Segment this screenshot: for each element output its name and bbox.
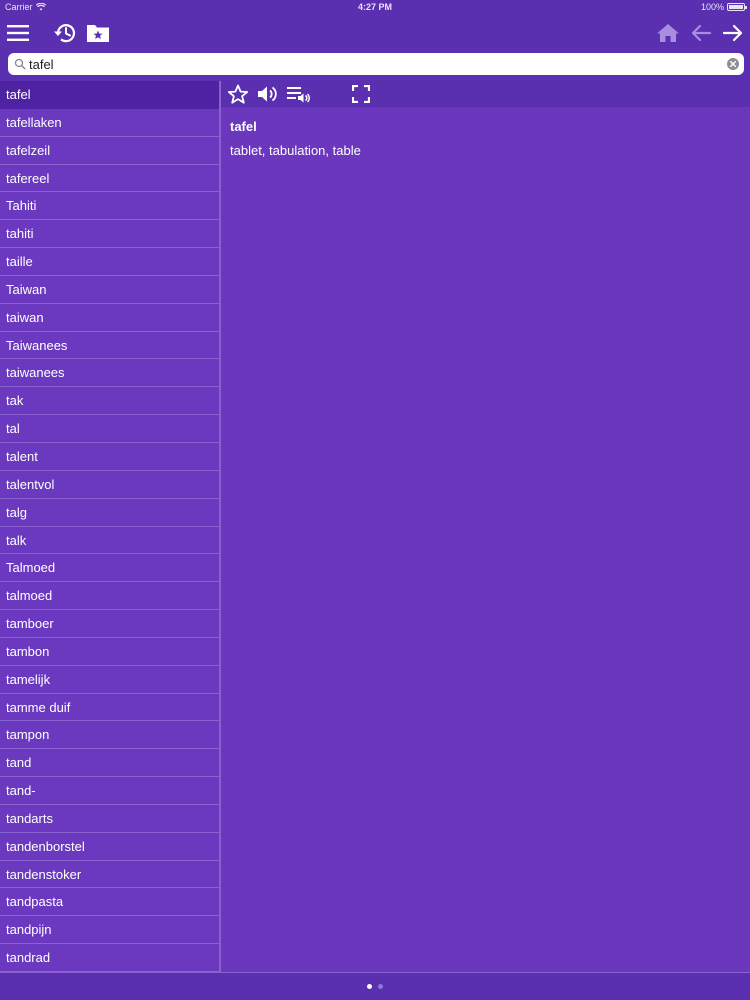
page-dot-2[interactable] [378, 984, 383, 989]
battery-icon [727, 3, 747, 11]
word-list-item[interactable]: tamboer [0, 610, 219, 638]
arrow-left-icon [691, 24, 712, 42]
word-list-item[interactable]: tamme duif [0, 694, 219, 722]
word-list-item[interactable]: talk [0, 527, 219, 555]
clear-icon[interactable] [726, 57, 740, 71]
entry-detail: tafel tablet, tabulation, table [221, 81, 750, 972]
menu-button[interactable] [5, 20, 31, 46]
word-list-item[interactable]: tandpasta [0, 888, 219, 917]
history-icon [54, 24, 76, 43]
word-list-item[interactable]: tak [0, 387, 219, 416]
word-list-item[interactable]: tandenstoker [0, 861, 219, 889]
word-list-item[interactable]: tampon [0, 721, 219, 750]
word-list-item[interactable]: talmoed [0, 582, 219, 611]
word-list-item[interactable]: tafelzeil [0, 137, 219, 165]
word-list-item[interactable]: tandenborstel [0, 833, 219, 861]
menu-icon [7, 25, 29, 41]
page-indicator[interactable] [0, 984, 750, 989]
word-list-item[interactable]: Talmoed [0, 554, 219, 583]
search-bar [8, 53, 744, 75]
star-icon [227, 84, 249, 104]
word-list-item[interactable]: tandarts [0, 805, 219, 833]
favorite-button[interactable] [226, 83, 250, 105]
word-list-item[interactable]: tahiti [0, 220, 219, 249]
word-list-item[interactable]: tafereel [0, 165, 219, 193]
battery-status: 100% [700, 2, 747, 12]
entry-toolbar [221, 81, 750, 107]
word-list-item[interactable]: tafel [0, 81, 219, 109]
word-list-item[interactable]: talent [0, 443, 219, 471]
entry-headword: tafel [230, 119, 257, 134]
favorites-button[interactable] [85, 20, 111, 46]
word-list-item[interactable]: tand [0, 749, 219, 778]
word-list: tafel tafellaken tafelzeil tafereel Tahiti ta… [0, 81, 219, 972]
word-list-item[interactable]: tambon [0, 638, 219, 666]
arrow-right-icon [722, 24, 743, 42]
speaker-icon [258, 86, 277, 102]
word-list-item[interactable]: tal [0, 415, 219, 443]
forward-button[interactable] [720, 20, 746, 46]
speak-button[interactable] [256, 83, 280, 105]
word-list-item[interactable]: tandpijn [0, 916, 219, 945]
battery-percent: 100% [700, 2, 724, 12]
bottom-bar [0, 972, 750, 1000]
word-list-item[interactable]: tandrad [0, 944, 219, 972]
back-button[interactable] [688, 20, 714, 46]
top-toolbar [0, 14, 750, 52]
playlist-speaker-icon [287, 87, 310, 103]
page-dot-1[interactable] [367, 984, 372, 989]
status-bar: Carrier 4:27 PM 100% [0, 0, 750, 14]
word-list-item[interactable]: tand- [0, 777, 219, 805]
word-list-item[interactable]: Tahiti [0, 192, 219, 221]
favorites-folder-icon [87, 25, 109, 42]
entry-definition: tablet, tabulation, table [230, 143, 361, 158]
word-list-item[interactable]: taille [0, 248, 219, 276]
search-input[interactable] [26, 54, 726, 74]
fullscreen-icon [352, 85, 370, 103]
speak-list-button[interactable] [287, 83, 311, 105]
word-list-item[interactable]: tafellaken [0, 109, 219, 137]
word-list-item[interactable]: Taiwan [0, 276, 219, 304]
search-icon [14, 58, 26, 70]
word-list-item[interactable]: talentvol [0, 471, 219, 499]
word-list-item[interactable]: talg [0, 499, 219, 527]
fullscreen-button[interactable] [349, 83, 373, 105]
word-list-item[interactable]: tamelijk [0, 666, 219, 694]
home-icon [657, 24, 679, 42]
word-list-item[interactable]: taiwanees [0, 359, 219, 388]
word-list-item[interactable]: Taiwanees [0, 332, 219, 360]
status-time: 4:27 PM [357, 2, 392, 12]
history-button[interactable] [52, 20, 78, 46]
word-list-item[interactable]: taiwan [0, 304, 219, 332]
home-button[interactable] [655, 20, 681, 46]
